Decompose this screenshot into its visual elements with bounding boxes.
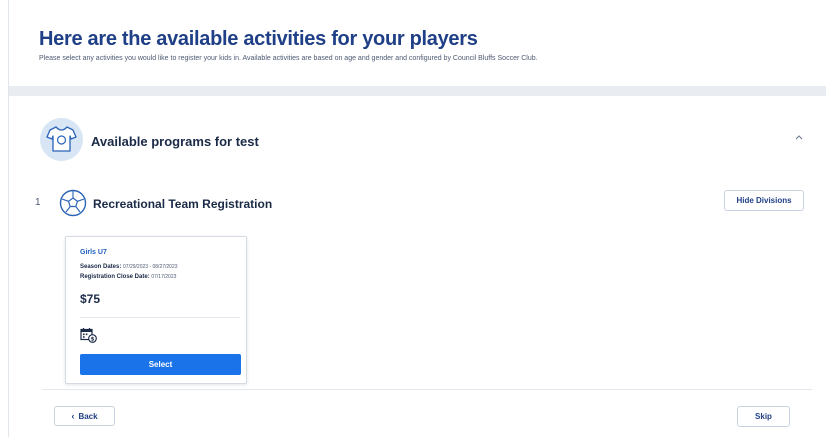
section-divider-band [9, 86, 826, 96]
registration-close: Registration Close Date: 07/17/2023 [80, 274, 176, 280]
card-divider [80, 317, 240, 318]
registration-close-label: Registration Close Date: [80, 274, 150, 280]
activity-title: Recreational Team Registration [93, 197, 273, 211]
division-card: Girls U7 Season Dates: 07/29/2023 - 08/2… [65, 236, 247, 384]
back-label: Back [78, 412, 98, 421]
svg-text:$: $ [91, 337, 95, 343]
activity-number: 1 [35, 197, 41, 208]
chevron-up-icon[interactable] [793, 129, 805, 140]
program-title: Available programs for test [91, 134, 259, 149]
soccer-ball-icon [59, 189, 87, 222]
back-button[interactable]: ‹ Back [54, 406, 115, 426]
registration-close-value: 07/17/2023 [151, 274, 177, 280]
hide-divisions-button[interactable]: Hide Divisions [724, 190, 804, 211]
calendar-dollar-icon: $ [80, 327, 97, 348]
season-dates-value: 07/29/2023 - 08/27/2023 [123, 264, 178, 270]
page-frame: Here are the available activities for yo… [8, 0, 826, 437]
page-header: Here are the available activities for yo… [9, 0, 826, 86]
page-subtitle: Please select any activities you would l… [39, 55, 538, 62]
chevron-left-icon: ‹ [71, 411, 75, 421]
select-button[interactable]: Select [80, 354, 241, 375]
season-dates-label: Season Dates: [80, 264, 122, 270]
jersey-icon [40, 118, 83, 161]
division-title: Girls U7 [80, 249, 107, 256]
division-price: $75 [80, 292, 101, 306]
skip-button[interactable]: Skip [737, 406, 790, 427]
footer-divider [42, 389, 812, 390]
page-title: Here are the available activities for yo… [39, 28, 478, 50]
season-dates: Season Dates: 07/29/2023 - 08/27/2023 [80, 264, 178, 270]
